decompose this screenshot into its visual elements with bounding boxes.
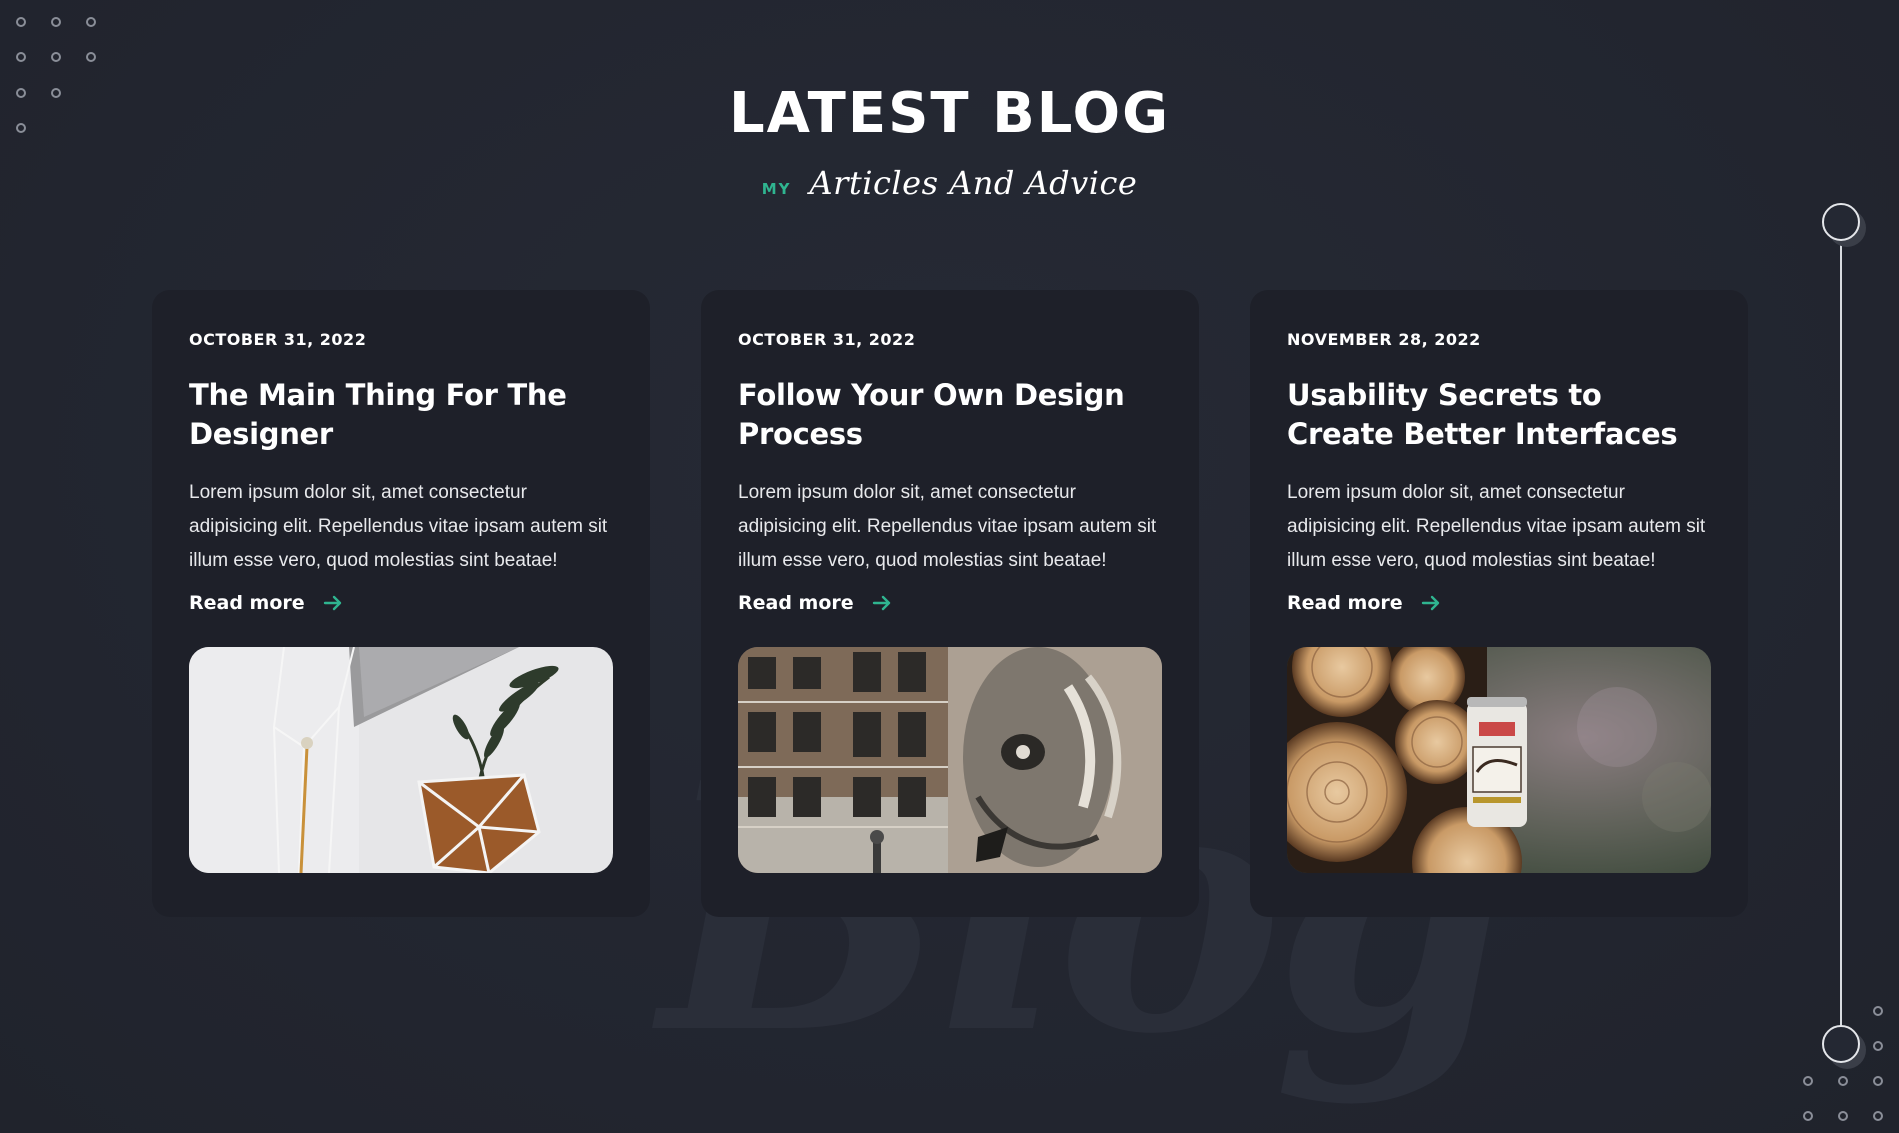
decor-dot [1803,1076,1813,1086]
decor-dot [1873,1041,1883,1051]
post-thumbnail-plant[interactable] [189,647,613,873]
decor-dot [1838,1076,1848,1086]
post-date: OCTOBER 31, 2022 [189,330,367,349]
plant-photo-image [189,647,613,873]
post-thumbnail-building[interactable] [738,647,1162,873]
logs-photo-image [1287,647,1711,873]
read-more-label: Read more [1287,592,1403,614]
decor-dot [16,17,26,27]
timeline-knob-bottom[interactable] [1822,1025,1860,1063]
section-subtitle: MY Articles And Advice [762,164,1138,202]
post-excerpt: Lorem ipsum dolor sit, amet consectetur … [1287,482,1706,571]
blog-card-list: OCTOBER 31, 2022 The Main Thing For The … [152,290,1748,917]
section-heading: LATEST BLOG MY Articles And Advice [0,78,1899,202]
read-more-label: Read more [189,592,305,614]
post-excerpt: Lorem ipsum dolor sit, amet consectetur … [738,482,1157,571]
arrow-right-icon [1421,595,1439,611]
decor-dot [1873,1006,1883,1016]
decor-dot [1873,1076,1883,1086]
building-photo-image [738,647,1162,873]
blog-card: OCTOBER 31, 2022 The Main Thing For The … [152,290,650,917]
decor-dot [1873,1111,1883,1121]
arrow-right-icon [872,595,890,611]
post-date: OCTOBER 31, 2022 [738,330,916,349]
post-date: NOVEMBER 28, 2022 [1287,330,1481,349]
post-title[interactable]: Usability Secrets to Create Better Inter… [1287,376,1711,454]
read-more-link[interactable]: Read more [1287,592,1441,614]
arrow-right-icon [323,595,341,611]
subtitle-prefix: MY [761,180,792,198]
timeline-line [1840,240,1842,1040]
decor-dot [86,52,96,62]
read-more-link[interactable]: Read more [189,592,343,614]
post-excerpt: Lorem ipsum dolor sit, amet consectetur … [189,482,608,571]
decor-dot [1838,1111,1848,1121]
blog-card: OCTOBER 31, 2022 Follow Your Own Design … [701,290,1199,917]
post-title[interactable]: The Main Thing For The Designer [189,376,613,454]
blog-section: Blog LATEST BLOG MY Articles And Advice … [0,0,1899,1133]
subtitle-script: Articles And Advice [809,164,1138,202]
post-title[interactable]: Follow Your Own Design Process [738,376,1162,454]
decor-dot [51,17,61,27]
read-more-label: Read more [738,592,854,614]
post-thumbnail-logs[interactable] [1287,647,1711,873]
timeline-knob-top[interactable] [1822,203,1860,241]
decor-dot [86,17,96,27]
section-title: LATEST BLOG [728,81,1171,146]
decor-dot [16,52,26,62]
decor-dot [1803,1111,1813,1121]
blog-card: NOVEMBER 28, 2022 Usability Secrets to C… [1250,290,1748,917]
decor-dot [51,52,61,62]
read-more-link[interactable]: Read more [738,592,892,614]
